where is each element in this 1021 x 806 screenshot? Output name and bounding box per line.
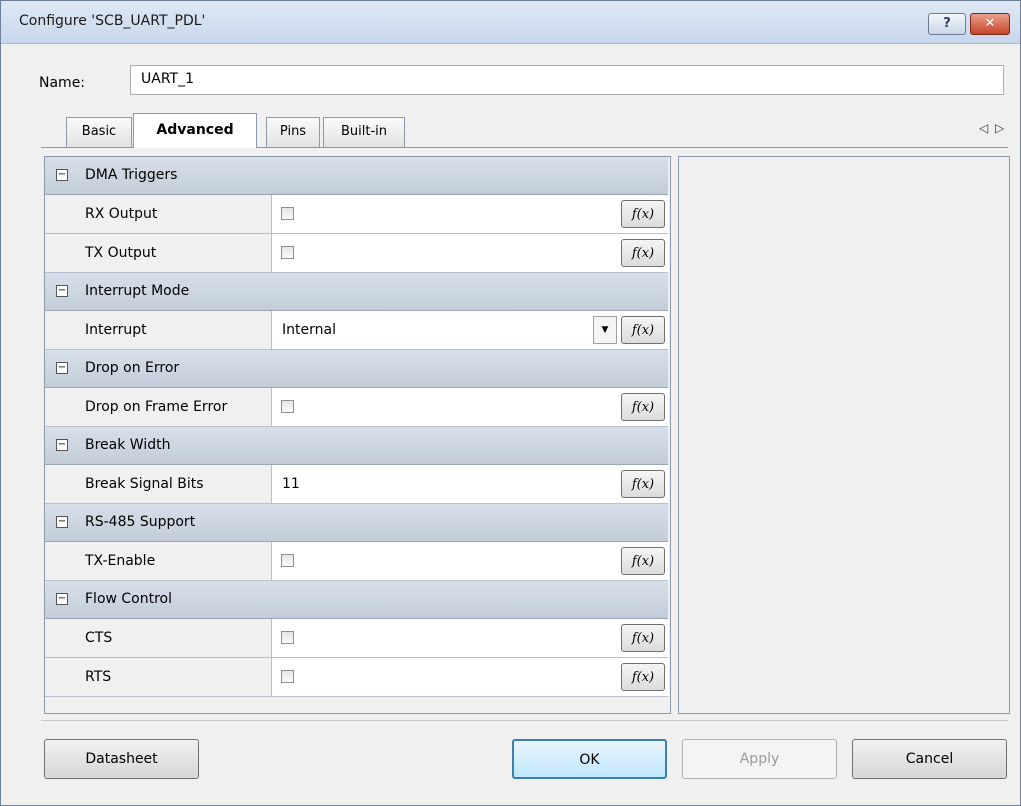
section-break-width[interactable]: − Break Width bbox=[45, 427, 668, 465]
property-row-drop-on-frame-error: Drop on Frame Error f(x) bbox=[45, 388, 669, 427]
property-label: TX Output bbox=[85, 245, 157, 261]
fx-button[interactable]: f(x) bbox=[621, 393, 665, 421]
fx-button[interactable]: f(x) bbox=[621, 316, 665, 344]
name-input[interactable]: UART_1 bbox=[130, 65, 1004, 95]
apply-button[interactable]: Apply bbox=[682, 739, 837, 779]
fx-button[interactable]: f(x) bbox=[621, 663, 665, 691]
collapse-icon[interactable]: − bbox=[56, 285, 68, 297]
footer-divider bbox=[41, 720, 1008, 721]
property-value-cell: f(x) bbox=[271, 658, 669, 696]
property-row-cts: CTS f(x) bbox=[45, 619, 669, 658]
dropdown-value: Internal bbox=[282, 322, 336, 338]
dialog-title: Configure 'SCB_UART_PDL' bbox=[19, 13, 206, 29]
datasheet-button[interactable]: Datasheet bbox=[44, 739, 199, 779]
title-bar[interactable]: Configure 'SCB_UART_PDL' ? ✕ bbox=[1, 1, 1020, 44]
section-interrupt-mode[interactable]: − Interrupt Mode bbox=[45, 273, 668, 311]
tab-advanced[interactable]: Advanced bbox=[133, 113, 257, 148]
section-flow-control[interactable]: − Flow Control bbox=[45, 581, 668, 619]
section-title: DMA Triggers bbox=[85, 167, 178, 183]
fx-button[interactable]: f(x) bbox=[621, 239, 665, 267]
rx-output-checkbox[interactable] bbox=[281, 207, 294, 220]
section-title: Drop on Error bbox=[85, 360, 180, 376]
rts-checkbox[interactable] bbox=[281, 670, 294, 683]
section-drop-on-error[interactable]: − Drop on Error bbox=[45, 350, 668, 388]
section-rs485-support[interactable]: − RS-485 Support bbox=[45, 504, 668, 542]
section-title: Interrupt Mode bbox=[85, 283, 190, 299]
property-label: Break Signal Bits bbox=[85, 476, 204, 492]
help-button[interactable]: ? bbox=[928, 13, 966, 35]
property-label: Interrupt bbox=[85, 322, 147, 338]
tab-pins[interactable]: Pins bbox=[266, 117, 320, 147]
name-label: Name: bbox=[39, 75, 86, 91]
property-row-tx-output: TX Output f(x) bbox=[45, 234, 669, 273]
property-value-cell: f(x) bbox=[271, 619, 669, 657]
property-grid: − DMA Triggers RX Output f(x) TX Output … bbox=[44, 156, 671, 714]
collapse-icon[interactable]: − bbox=[56, 362, 68, 374]
property-row-interrupt: Interrupt Internal ▼ f(x) bbox=[45, 311, 669, 350]
close-button[interactable]: ✕ bbox=[970, 13, 1010, 35]
tab-built-in[interactable]: Built-in bbox=[323, 117, 405, 147]
cts-checkbox[interactable] bbox=[281, 631, 294, 644]
collapse-icon[interactable]: − bbox=[56, 516, 68, 528]
property-value-cell: f(x) bbox=[271, 195, 669, 233]
property-label: RX Output bbox=[85, 206, 158, 222]
section-dma-triggers[interactable]: − DMA Triggers bbox=[45, 157, 668, 195]
drop-on-frame-error-checkbox[interactable] bbox=[281, 400, 294, 413]
description-panel bbox=[678, 156, 1010, 714]
interrupt-dropdown[interactable]: Internal ▼ f(x) bbox=[271, 311, 669, 349]
property-label: RTS bbox=[85, 669, 112, 685]
tab-scroll-left-icon[interactable]: ◁ bbox=[979, 121, 988, 135]
fx-button[interactable]: f(x) bbox=[621, 547, 665, 575]
tab-scroll-right-icon[interactable]: ▷ bbox=[995, 121, 1004, 135]
property-value-cell: f(x) bbox=[271, 542, 669, 580]
property-label: TX-Enable bbox=[85, 553, 156, 569]
property-row-break-signal-bits: Break Signal Bits 11 f(x) bbox=[45, 465, 669, 504]
property-value-cell: f(x) bbox=[271, 388, 669, 426]
property-value-cell: f(x) bbox=[271, 234, 669, 272]
field-value: 11 bbox=[282, 476, 300, 492]
property-label: CTS bbox=[85, 630, 113, 646]
fx-button[interactable]: f(x) bbox=[621, 470, 665, 498]
fx-button[interactable]: f(x) bbox=[621, 200, 665, 228]
property-row-rx-output: RX Output f(x) bbox=[45, 195, 669, 234]
tx-enable-checkbox[interactable] bbox=[281, 554, 294, 567]
section-title: Break Width bbox=[85, 437, 171, 453]
chevron-down-icon[interactable]: ▼ bbox=[593, 316, 617, 344]
collapse-icon[interactable]: − bbox=[56, 593, 68, 605]
tab-basic[interactable]: Basic bbox=[66, 117, 132, 147]
property-row-rts: RTS f(x) bbox=[45, 658, 669, 697]
configure-dialog: Configure 'SCB_UART_PDL' ? ✕ Name: UART_… bbox=[0, 0, 1021, 806]
collapse-icon[interactable]: − bbox=[56, 439, 68, 451]
break-signal-bits-field[interactable]: 11 f(x) bbox=[271, 465, 669, 503]
section-title: RS-485 Support bbox=[85, 514, 196, 530]
cancel-button[interactable]: Cancel bbox=[852, 739, 1007, 779]
tx-output-checkbox[interactable] bbox=[281, 246, 294, 259]
property-row-tx-enable: TX-Enable f(x) bbox=[45, 542, 669, 581]
section-title: Flow Control bbox=[85, 591, 173, 607]
collapse-icon[interactable]: − bbox=[56, 169, 68, 181]
property-label: Drop on Frame Error bbox=[85, 399, 228, 415]
fx-button[interactable]: f(x) bbox=[621, 624, 665, 652]
ok-button[interactable]: OK bbox=[512, 739, 667, 779]
